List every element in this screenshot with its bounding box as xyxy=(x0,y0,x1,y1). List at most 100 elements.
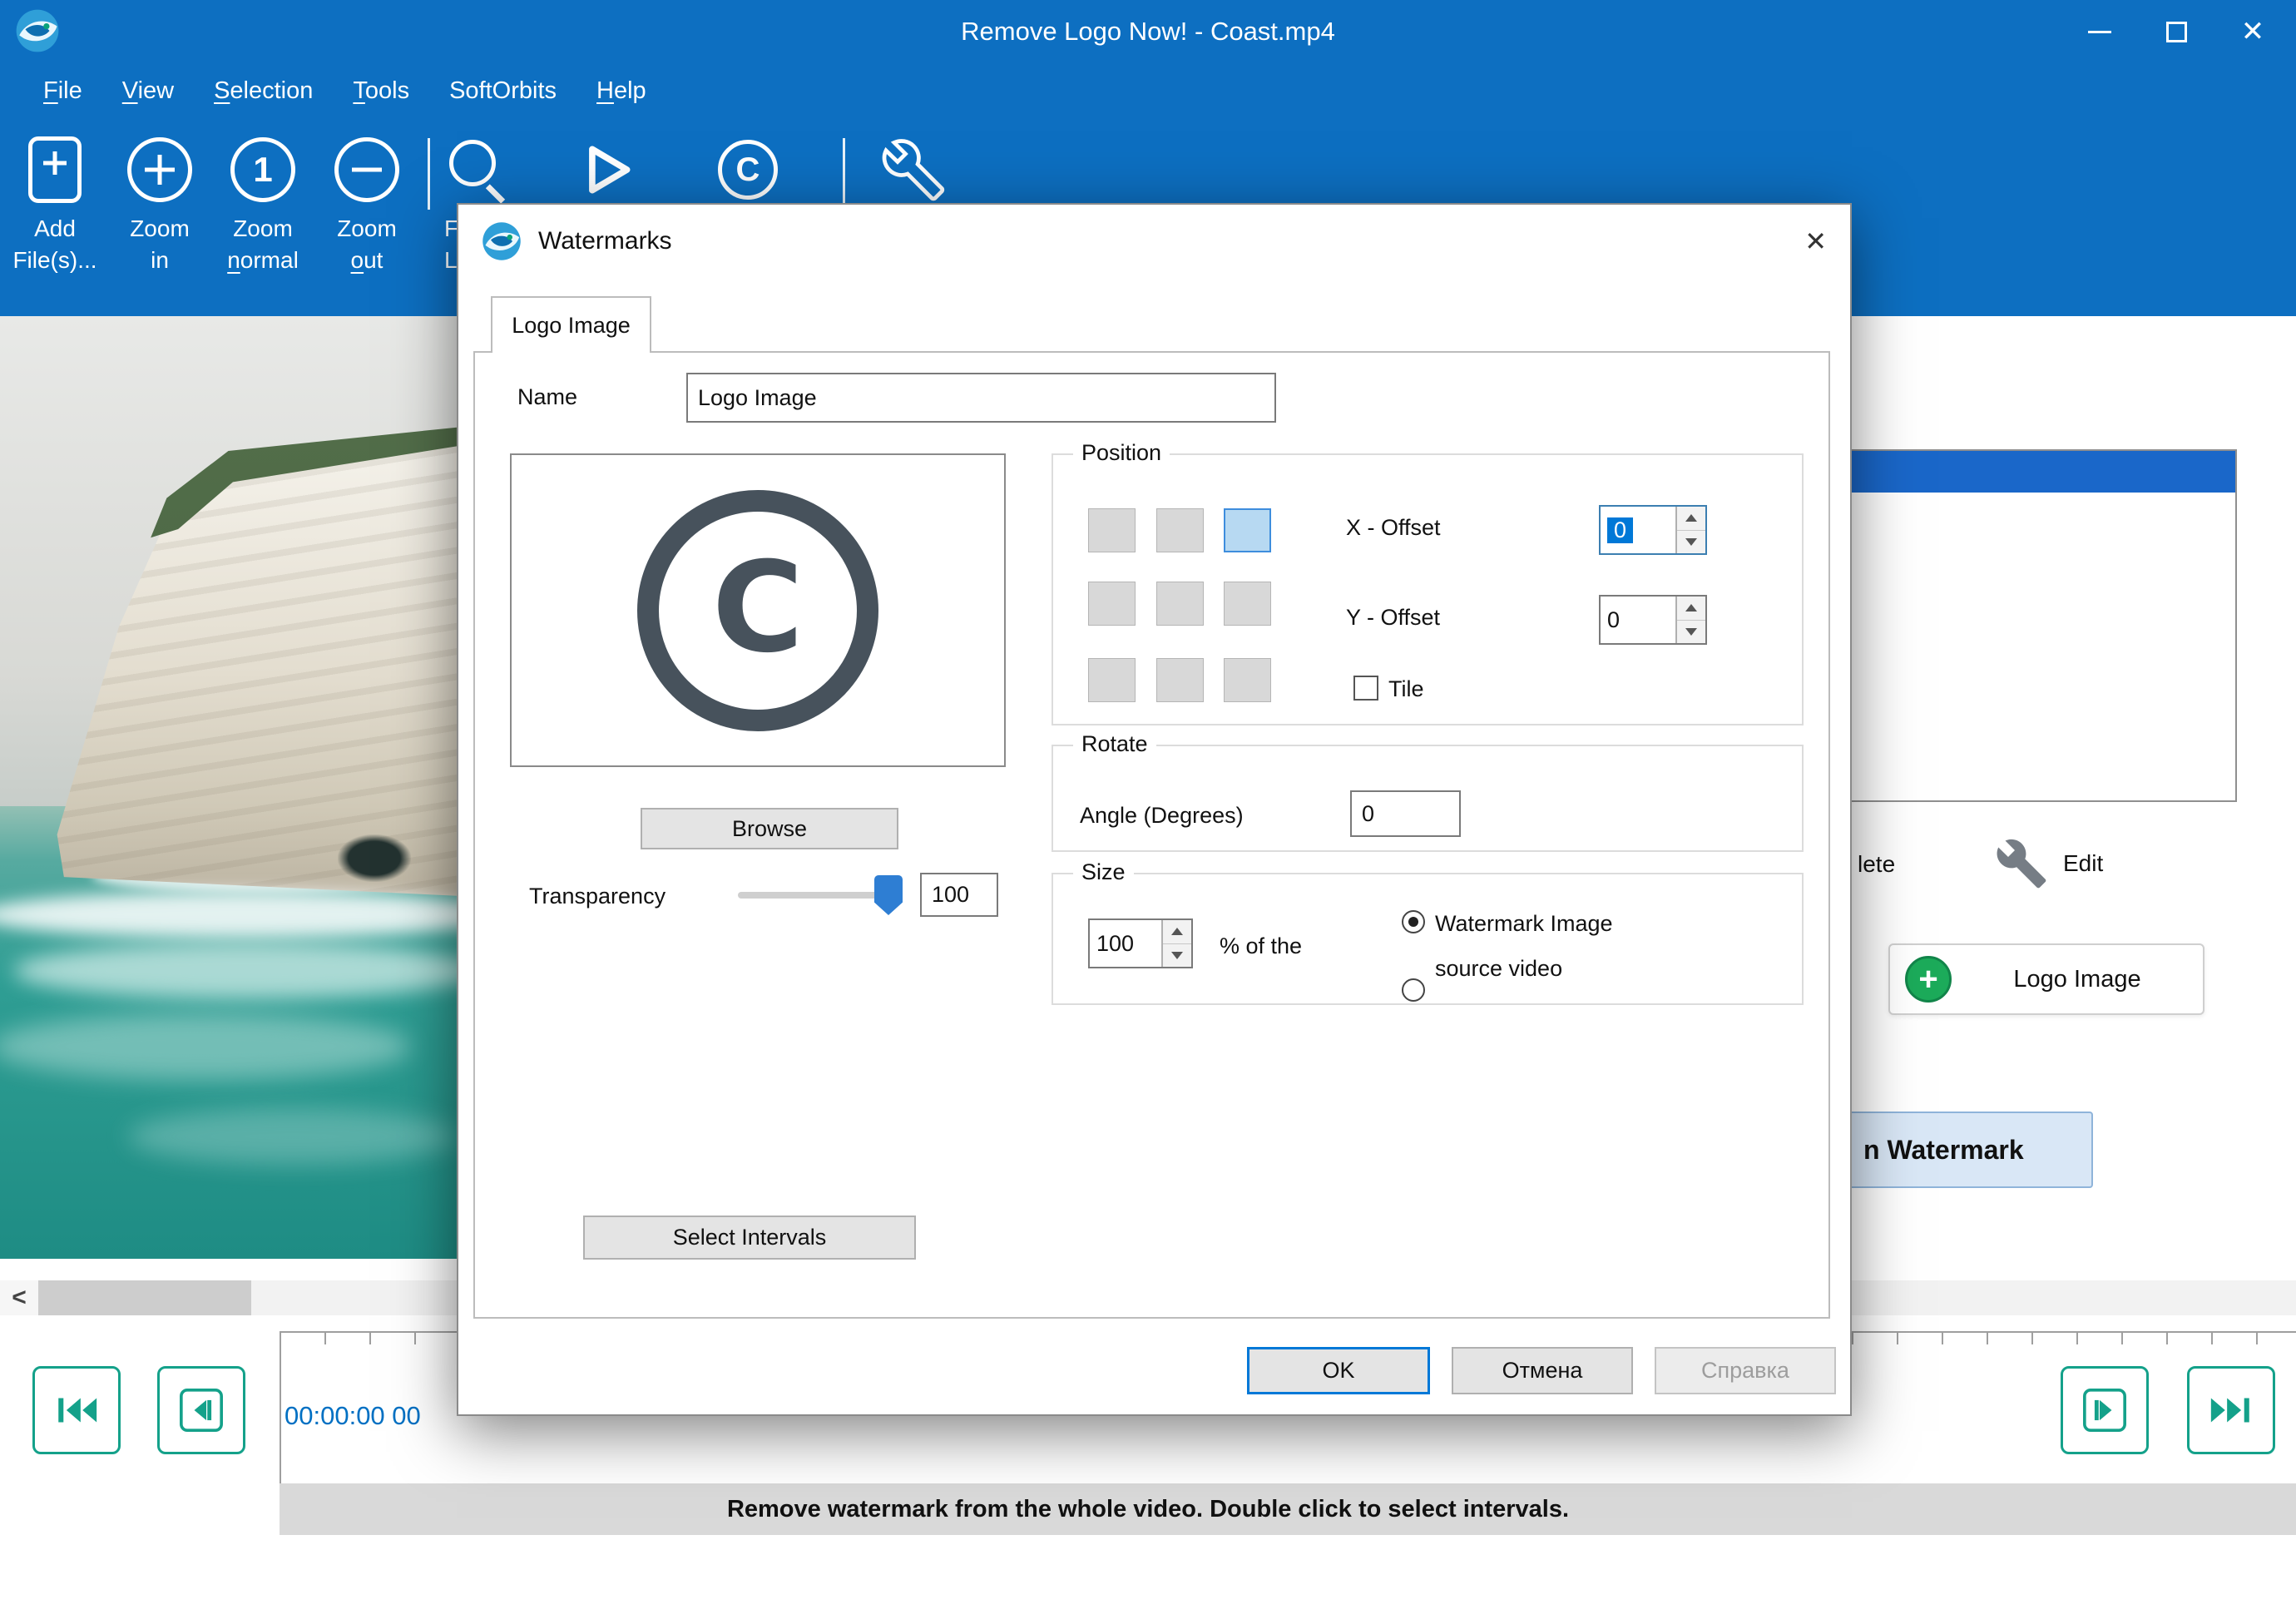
plus-circle-icon: + xyxy=(1905,956,1952,1003)
add-file-icon xyxy=(28,136,82,203)
spin-up-icon[interactable] xyxy=(1163,920,1191,944)
position-cell-bottom-right[interactable] xyxy=(1224,658,1271,702)
dialog-close-button[interactable]: ✕ xyxy=(1804,205,1827,278)
intervals-bar[interactable]: Remove watermark from the whole video. D… xyxy=(0,1483,2296,1535)
watermark-list[interactable] xyxy=(1830,449,2237,802)
spin-up-icon[interactable] xyxy=(1677,597,1705,621)
menu-view[interactable]: View xyxy=(102,63,194,118)
window-controls: ✕ xyxy=(2061,0,2291,63)
name-input[interactable]: Logo Image xyxy=(686,373,1276,423)
status-text: Remove watermark from the whole video. D… xyxy=(727,1496,1569,1522)
go-to-start-icon xyxy=(52,1386,101,1434)
menu-selection[interactable]: Selection xyxy=(194,63,333,118)
spin-down-icon[interactable] xyxy=(1677,621,1705,644)
spin-up-icon[interactable] xyxy=(1677,507,1705,531)
window-title: Remove Logo Now! - Coast.mp4 xyxy=(0,0,2296,63)
scroll-left-icon: < xyxy=(12,1284,27,1312)
copyright-tool-button[interactable]: C xyxy=(707,126,789,213)
copyright-icon: C xyxy=(718,140,778,200)
zoom-out-icon xyxy=(334,137,399,202)
spin-down-icon[interactable] xyxy=(1163,944,1191,968)
dialog-title: Watermarks xyxy=(538,205,672,278)
spin-down-icon[interactable] xyxy=(1677,531,1705,554)
go-to-end-button[interactable] xyxy=(2187,1366,2275,1454)
add-logo-image-button[interactable]: + Logo Image xyxy=(1888,943,2204,1015)
position-cell-middle-center[interactable] xyxy=(1156,582,1204,626)
minimize-button[interactable] xyxy=(2061,0,2138,63)
play-button[interactable] xyxy=(566,126,647,213)
menu-file[interactable]: File xyxy=(23,63,102,118)
position-cell-middle-right[interactable] xyxy=(1224,582,1271,626)
source-video-radio[interactable] xyxy=(1402,978,1425,1002)
dialog-titlebar[interactable]: Watermarks ✕ xyxy=(458,205,1850,278)
x-offset-label: X - Offset xyxy=(1346,515,1441,541)
position-cell-bottom-center[interactable] xyxy=(1156,658,1204,702)
position-cell-top-center[interactable] xyxy=(1156,508,1204,552)
add-files-button[interactable]: AddFile(s)... xyxy=(0,126,110,276)
y-offset-spinner[interactable]: 0 xyxy=(1599,595,1707,645)
watermark-preview: C xyxy=(510,453,1006,767)
position-group-label: Position xyxy=(1073,440,1170,466)
h-scrollbar-thumb[interactable] xyxy=(38,1280,251,1315)
ok-button[interactable]: OK xyxy=(1247,1347,1430,1394)
position-cell-top-right[interactable] xyxy=(1224,508,1271,552)
transparency-input[interactable]: 100 xyxy=(920,873,998,917)
toolbar-separator xyxy=(428,138,430,210)
transparency-label: Transparency xyxy=(529,884,666,909)
close-button[interactable]: ✕ xyxy=(2214,0,2291,63)
size-group-label: Size xyxy=(1073,859,1134,885)
size-suffix-label: % of the xyxy=(1220,933,1302,959)
maximize-icon xyxy=(2166,22,2187,42)
app-window: Remove Logo Now! - Coast.mp4 ✕ File View… xyxy=(0,0,2296,1624)
play-icon xyxy=(575,138,638,201)
rotate-group: Rotate Angle (Degrees) 0 xyxy=(1052,745,1804,852)
tile-label: Tile xyxy=(1388,676,1424,702)
menu-softorbits[interactable]: SoftOrbits xyxy=(429,63,576,118)
size-group: Size 100 % of the Watermark Image source… xyxy=(1052,873,1804,1005)
zoom-in-button[interactable]: Zoomin xyxy=(110,126,210,276)
close-icon: ✕ xyxy=(2241,15,2265,48)
position-cell-bottom-left[interactable] xyxy=(1088,658,1136,702)
source-video-radio-label: source video xyxy=(1435,956,1562,982)
name-label: Name xyxy=(517,384,577,410)
video-preview[interactable] xyxy=(0,316,457,1259)
select-intervals-button[interactable]: Select Intervals xyxy=(583,1216,916,1260)
position-cell-top-left[interactable] xyxy=(1088,508,1136,552)
bottom-toolbar: 1 35% f xyxy=(0,1535,2296,1624)
scroll-left-button[interactable]: < xyxy=(0,1280,38,1315)
cave xyxy=(338,834,411,882)
size-spinner[interactable]: 100 xyxy=(1088,918,1193,968)
previous-frame-button[interactable] xyxy=(157,1366,245,1454)
tab-logo-image[interactable]: Logo Image xyxy=(491,296,651,353)
wrench-icon xyxy=(882,138,945,201)
zoom-out-button[interactable]: Zoomout xyxy=(316,126,418,276)
watermark-image-radio[interactable] xyxy=(1402,910,1425,933)
copyright-symbol: C xyxy=(637,490,878,731)
transparency-slider[interactable] xyxy=(738,892,903,899)
go-to-end-icon xyxy=(2207,1386,2255,1434)
find-logo-icon xyxy=(444,136,511,203)
maximize-button[interactable] xyxy=(2138,0,2214,63)
next-frame-icon xyxy=(2081,1386,2129,1434)
browse-button[interactable]: Browse xyxy=(641,808,898,849)
position-group: Position X - Offset 0 Y - Offset 0 xyxy=(1052,453,1804,725)
next-frame-button[interactable] xyxy=(2061,1366,2149,1454)
titlebar[interactable]: Remove Logo Now! - Coast.mp4 ✕ xyxy=(0,0,2296,63)
zoom-normal-button[interactable]: 1 Zoomnormal xyxy=(210,126,316,276)
settings-button[interactable] xyxy=(872,126,955,213)
cancel-button[interactable]: Отмена xyxy=(1452,1347,1633,1394)
menu-tools[interactable]: Tools xyxy=(333,63,429,118)
x-offset-spinner[interactable]: 0 xyxy=(1599,505,1707,555)
list-selected-row[interactable] xyxy=(1832,451,2235,493)
delete-button-partial[interactable]: lete xyxy=(1858,839,1895,890)
position-cell-middle-left[interactable] xyxy=(1088,582,1136,626)
menu-help[interactable]: Help xyxy=(576,63,666,118)
zoom-normal-icon: 1 xyxy=(230,137,295,202)
name-input-value: Logo Image xyxy=(698,385,817,411)
edit-button[interactable]: Edit xyxy=(1995,832,2103,895)
angle-input[interactable]: 0 xyxy=(1350,790,1461,837)
help-button[interactable]: Справка xyxy=(1655,1347,1836,1394)
go-to-start-button[interactable] xyxy=(32,1366,121,1454)
tile-checkbox[interactable] xyxy=(1353,676,1378,701)
watermark-image-radio-label: Watermark Image xyxy=(1435,911,1613,937)
